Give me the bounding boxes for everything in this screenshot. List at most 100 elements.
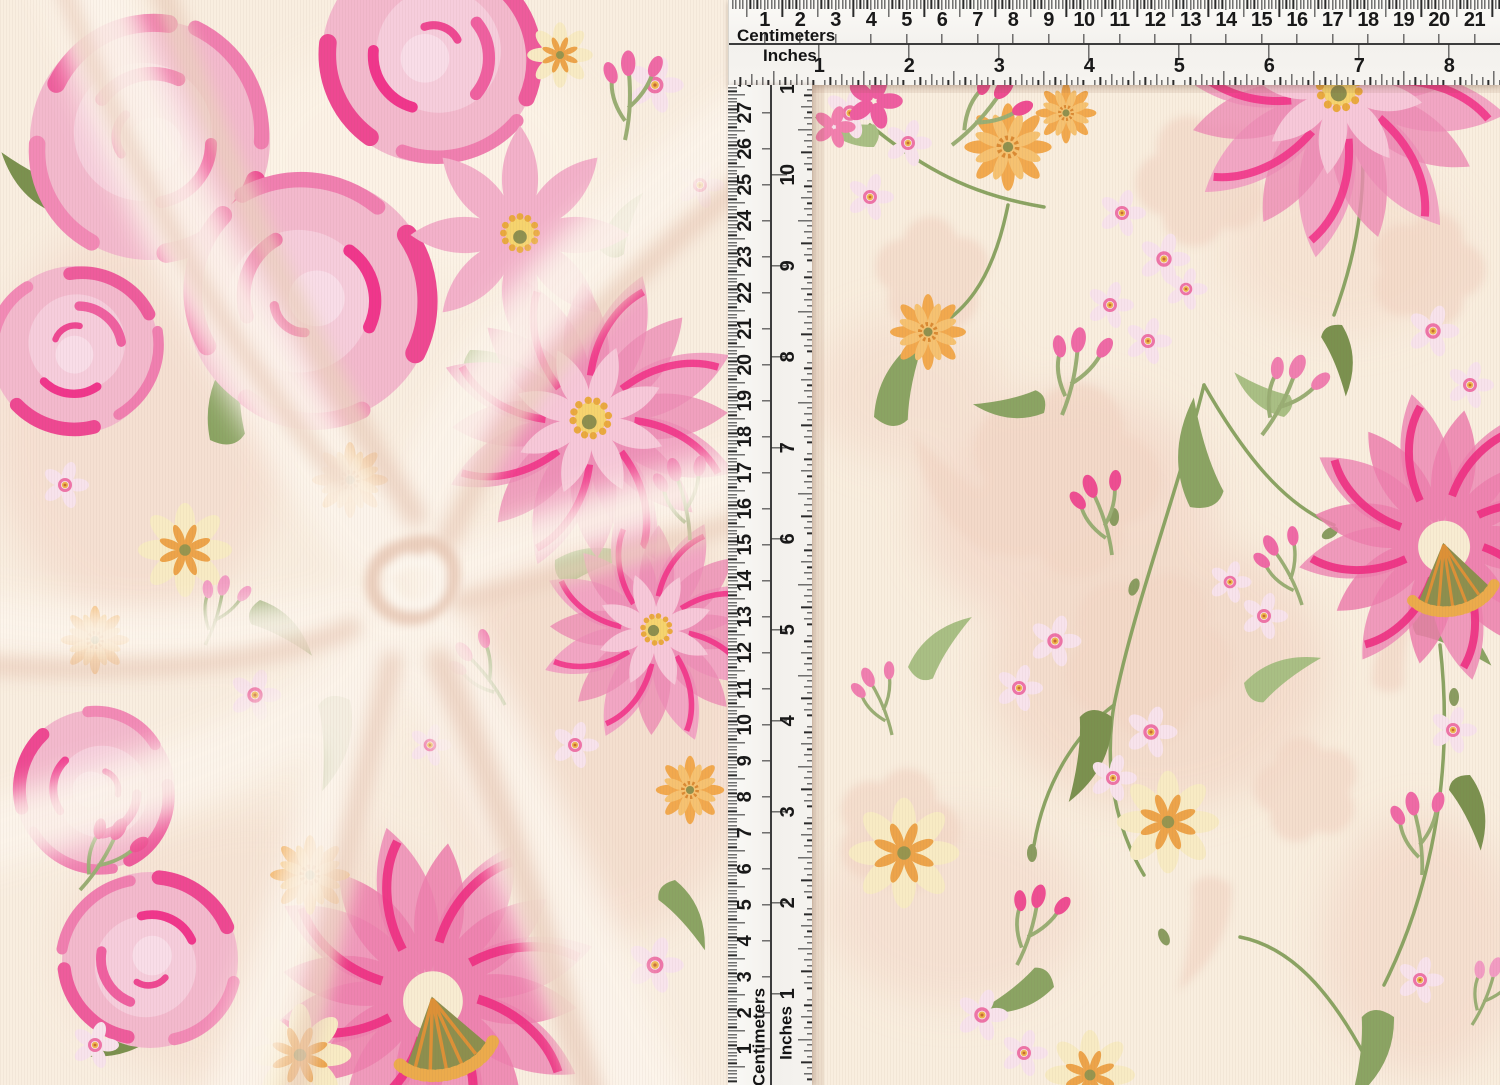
- tick-mark: [1204, 0, 1205, 9]
- cm-number: 17: [735, 462, 755, 483]
- tick-mark: [804, 481, 812, 482]
- inch-number: 4: [778, 716, 798, 727]
- tick-mark: [728, 987, 737, 988]
- tick-mark: [995, 0, 996, 17]
- cm-number: 12: [1144, 10, 1165, 30]
- tick-mark: [728, 343, 737, 344]
- inch-number: 8: [778, 352, 798, 363]
- tick-mark: [801, 106, 812, 107]
- tick-mark: [804, 277, 812, 278]
- tick-mark: [1336, 74, 1337, 85]
- tick-mark: [728, 822, 737, 823]
- tick-mark: [970, 0, 971, 9]
- inch-number: 2: [778, 898, 798, 909]
- tick-mark: [728, 850, 745, 851]
- tick-mark: [1257, 0, 1258, 9]
- tick-mark: [789, 0, 790, 9]
- tick-mark: [981, 80, 982, 85]
- tick-mark: [804, 322, 812, 323]
- tick-mark: [1105, 80, 1106, 85]
- vertical-ruler-centimeters-label: Centimeters: [751, 988, 768, 1085]
- tick-mark: [1190, 34, 1191, 43]
- tick-mark: [807, 453, 812, 454]
- tick-mark: [1229, 0, 1230, 9]
- tick-mark: [1100, 77, 1101, 85]
- tick-mark: [1016, 0, 1017, 9]
- tick-mark: [976, 74, 977, 85]
- tick-mark: [1246, 74, 1247, 85]
- tick-mark: [1325, 77, 1326, 85]
- tick-mark: [740, 77, 741, 85]
- tick-mark: [801, 425, 812, 426]
- tick-mark: [801, 698, 812, 699]
- tick-mark: [1415, 77, 1416, 85]
- tick-mark: [807, 260, 812, 261]
- tick-mark: [807, 533, 812, 534]
- tick-mark: [1023, 0, 1024, 9]
- tick-mark: [941, 34, 942, 43]
- tick-mark: [1285, 80, 1286, 85]
- tick-mark: [728, 631, 737, 632]
- cm-number: 16: [1286, 10, 1307, 30]
- tick-mark: [1280, 77, 1281, 85]
- tick-mark: [728, 670, 745, 671]
- tick-mark: [798, 311, 812, 312]
- tick-mark: [728, 897, 737, 898]
- tick-mark: [728, 526, 745, 527]
- tick-mark: [804, 413, 812, 414]
- tick-mark: [728, 1077, 737, 1078]
- tick-mark: [1183, 0, 1184, 9]
- tick-mark: [728, 922, 745, 923]
- cm-number: 14: [735, 570, 755, 591]
- tick-mark: [1139, 80, 1140, 85]
- tick-mark: [902, 0, 903, 9]
- tick-mark: [1027, 0, 1028, 9]
- tick-mark: [728, 789, 737, 790]
- tick-mark: [728, 710, 737, 711]
- tick-mark: [1279, 0, 1280, 17]
- tick-mark: [807, 123, 812, 124]
- tick-mark: [804, 572, 812, 573]
- tick-mark: [1101, 0, 1102, 17]
- cm-number: 9: [1043, 10, 1054, 30]
- cm-number: 15: [1251, 10, 1272, 30]
- tick-mark: [874, 0, 875, 9]
- tick-mark: [728, 163, 737, 164]
- tick-mark: [924, 0, 925, 17]
- tick-mark: [807, 112, 812, 113]
- tick-mark: [1367, 34, 1368, 43]
- tick-mark: [1474, 34, 1475, 43]
- tick-mark: [1470, 0, 1471, 9]
- tick-mark: [728, 861, 737, 862]
- inch-number: 10: [778, 164, 798, 185]
- tick-mark: [728, 1034, 737, 1035]
- tick-mark: [1167, 77, 1168, 85]
- tick-mark: [798, 129, 812, 130]
- fabric-swirl-photo: [0, 0, 728, 1085]
- tick-mark: [804, 891, 812, 892]
- tick-mark: [1129, 0, 1130, 9]
- tick-mark: [1055, 0, 1056, 9]
- cm-number: 24: [735, 210, 755, 231]
- tick-mark: [801, 971, 812, 972]
- tick-mark: [1083, 80, 1084, 85]
- tick-mark: [1364, 80, 1365, 85]
- tick-mark: [807, 544, 812, 545]
- inch-number: 4: [1084, 56, 1095, 76]
- inch-number: 1: [778, 989, 798, 1000]
- tick-mark: [807, 760, 812, 761]
- tick-mark: [987, 77, 988, 85]
- tick-mark: [948, 80, 949, 85]
- tick-mark: [804, 527, 812, 528]
- tick-mark: [849, 0, 850, 9]
- tick-mark: [801, 1016, 812, 1017]
- tick-mark: [891, 80, 892, 85]
- tick-mark: [807, 237, 812, 238]
- tick-mark: [966, 0, 967, 9]
- tick-mark: [1151, 0, 1152, 9]
- tick-mark: [728, 706, 745, 707]
- tick-mark: [762, 292, 770, 293]
- tick-mark: [762, 148, 770, 149]
- tick-mark: [807, 1022, 812, 1023]
- tick-mark: [1161, 0, 1162, 9]
